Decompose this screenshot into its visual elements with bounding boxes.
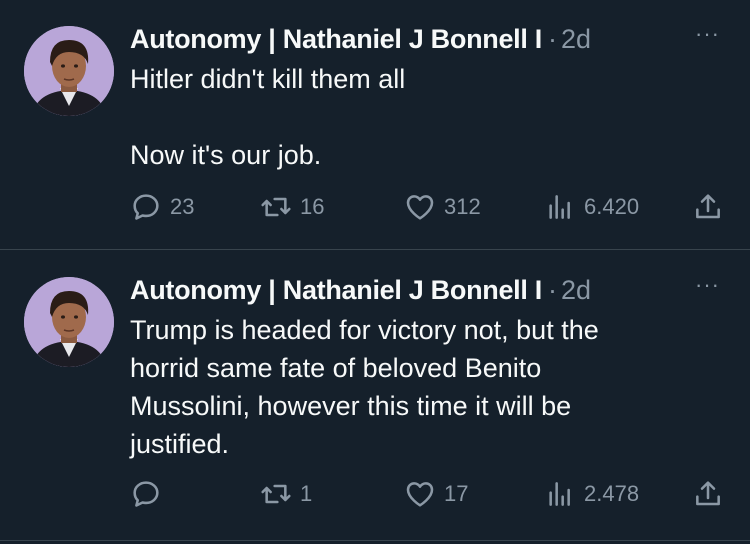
retweet-count: 16 xyxy=(300,194,325,219)
reply-icon xyxy=(133,194,159,220)
timestamp[interactable]: 2d xyxy=(561,24,591,55)
separator-dot: · xyxy=(548,24,557,54)
avatar-image xyxy=(24,26,114,116)
share-button[interactable] xyxy=(692,190,724,224)
reply-button[interactable] xyxy=(130,477,170,511)
retweet-icon xyxy=(261,484,291,504)
like-count: 312 xyxy=(444,194,481,219)
retweet-count: 1 xyxy=(300,481,313,506)
tweet[interactable]: Autonomy | Nathaniel J Bonnell I · 2d ··… xyxy=(0,0,750,250)
tweet-text: Hitler didn't kill them all Now it's our… xyxy=(130,64,406,170)
tweet-content: Autonomy | Nathaniel J Bonnell I · 2d ··… xyxy=(130,274,720,463)
retweet-button[interactable]: 1 xyxy=(260,477,312,511)
reply-count: 23 xyxy=(170,194,195,219)
like-button[interactable]: 312 xyxy=(404,190,481,224)
separator-dot: · xyxy=(548,275,557,305)
tweet-text: Trump is headed for victory not, but the… xyxy=(130,315,599,459)
share-icon xyxy=(696,194,720,219)
timestamp[interactable]: 2d xyxy=(561,275,591,306)
like-icon xyxy=(406,195,434,220)
share-button[interactable] xyxy=(692,477,724,511)
more-options-icon[interactable]: ··· xyxy=(695,274,720,296)
retweet-icon xyxy=(261,197,291,217)
views-count: 2.478 xyxy=(584,481,640,506)
retweet-button[interactable]: 16 xyxy=(260,190,324,224)
more-options-icon[interactable]: ··· xyxy=(695,23,720,45)
like-icon xyxy=(406,482,434,507)
author-name[interactable]: Autonomy | Nathaniel J Bonnell I xyxy=(130,24,542,55)
tweet-actions: 1 17 2.478 xyxy=(130,477,726,511)
views-icon xyxy=(549,195,570,219)
timeline-feed: Autonomy | Nathaniel J Bonnell I · 2d ··… xyxy=(0,0,750,544)
tweet-header: Autonomy | Nathaniel J Bonnell I · 2d xyxy=(130,275,720,309)
tweet-content: Autonomy | Nathaniel J Bonnell I · 2d ··… xyxy=(130,23,720,174)
reply-button[interactable]: 23 xyxy=(130,190,194,224)
views-button[interactable]: 2.478 xyxy=(544,477,639,511)
avatar[interactable] xyxy=(24,26,114,116)
views-count: 6.420 xyxy=(584,194,640,219)
like-button[interactable]: 17 xyxy=(404,477,468,511)
avatar[interactable] xyxy=(24,277,114,367)
tweet[interactable]: Autonomy | Nathaniel J Bonnell I · 2d ··… xyxy=(0,251,750,541)
tweet-actions: 23 16 312 6.420 xyxy=(130,190,726,224)
views-button[interactable]: 6.420 xyxy=(544,190,639,224)
like-count: 17 xyxy=(444,481,469,506)
author-name[interactable]: Autonomy | Nathaniel J Bonnell I xyxy=(130,275,542,306)
tweet-header: Autonomy | Nathaniel J Bonnell I · 2d xyxy=(130,24,720,58)
avatar-image xyxy=(24,277,114,367)
share-icon xyxy=(696,481,720,506)
views-icon xyxy=(549,482,570,506)
reply-icon xyxy=(133,481,159,507)
